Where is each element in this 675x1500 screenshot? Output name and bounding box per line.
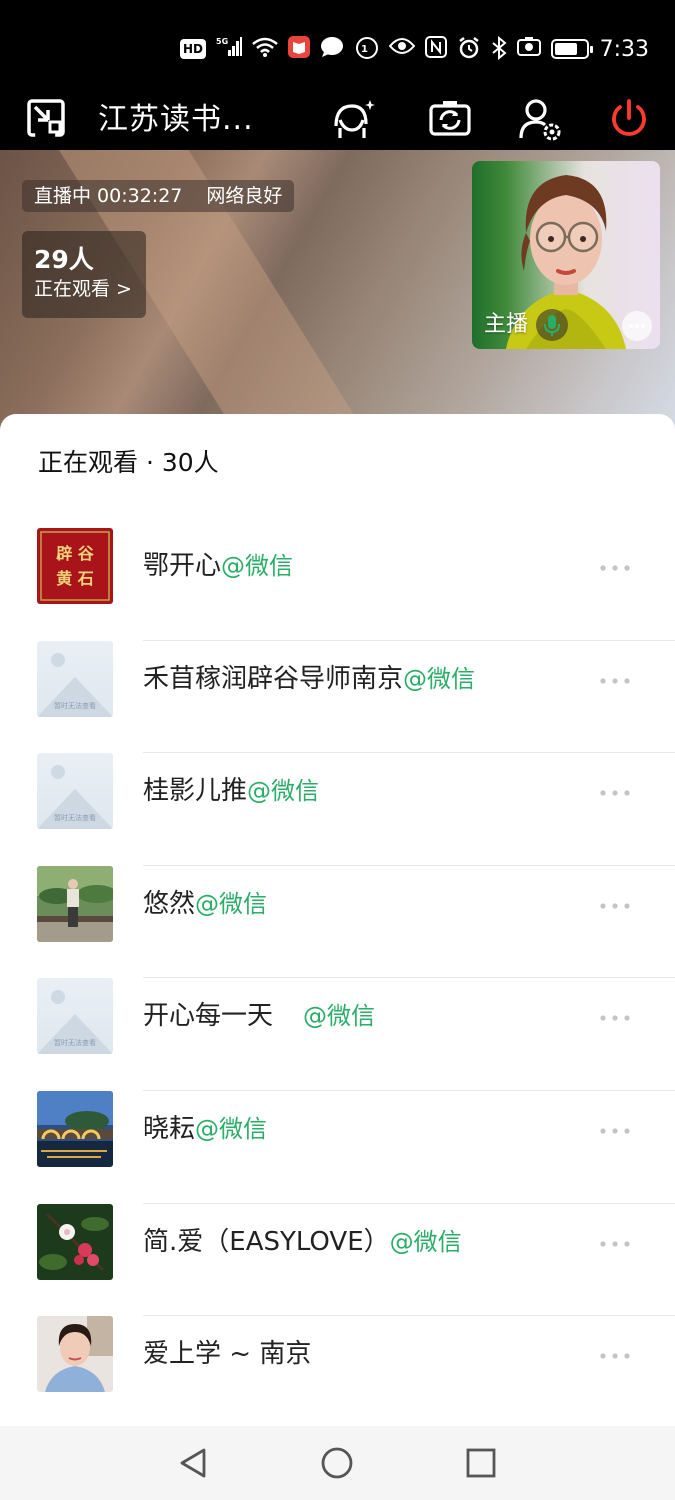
more-icon[interactable] — [599, 1352, 631, 1360]
live-duration: 直播中 00:32:27 — [34, 185, 183, 207]
list-item[interactable]: 简.爱（EASYLOVE）@微信 — [0, 1164, 675, 1317]
hd-badge: HD — [180, 39, 207, 59]
microphone-icon[interactable] — [536, 309, 568, 341]
recents-square-icon[interactable] — [464, 1446, 498, 1480]
list-item[interactable]: 爱上学 ~ 南京 — [0, 1276, 675, 1393]
status-bar: HD 5G 1 7:33 — [0, 0, 675, 100]
status-left-icons: HD 5G — [180, 36, 344, 62]
viewer-name: 开心每一天 — [143, 1001, 274, 1032]
avatar-text-line1: 辟 谷 — [56, 544, 95, 563]
live-video-area: 直播中 00:32:27 网络良好 29人 正在观看 > 主播 — [0, 150, 675, 430]
viewer-label: 正在观看 > — [34, 278, 132, 300]
room-title: 江苏读书... — [98, 102, 254, 137]
placeholder-text: 暂时无法查看 — [54, 814, 96, 823]
selfie-avatar — [37, 1316, 113, 1393]
placeholder-avatar: 暂时无法查看 — [37, 640, 113, 717]
viewer-source: @微信 — [247, 777, 320, 806]
list-item[interactable]: 辟 谷黄 石 鄂开心@微信 — [0, 488, 675, 641]
svg-text:1: 1 — [361, 44, 368, 55]
viewer-source: @微信 — [303, 1002, 376, 1031]
home-circle-icon[interactable] — [320, 1446, 354, 1480]
eye-icon — [388, 36, 416, 62]
more-icon[interactable] — [599, 902, 631, 910]
beauty-filter-icon[interactable] — [330, 98, 375, 142]
more-icon[interactable] — [599, 1127, 631, 1135]
list-item[interactable]: 悠然@微信 — [0, 826, 675, 979]
viewer-source: @微信 — [389, 1227, 462, 1256]
user-settings-icon[interactable] — [518, 98, 562, 142]
flip-camera-icon[interactable] — [428, 98, 472, 142]
live-toolbar: 江苏读书... — [0, 88, 675, 150]
viewer-name: 禾苜稼润辟谷导师南京 — [143, 663, 404, 694]
photo-avatar — [37, 865, 113, 942]
list-item[interactable]: 晓耘@微信 — [0, 1051, 675, 1204]
placeholder-text: 暂时无法查看 — [54, 1039, 96, 1048]
back-triangle-icon[interactable] — [176, 1446, 210, 1480]
viewers-sheet: 正在观看 · 30人 辟 谷黄 石 鄂开心@微信 暂时无法查看 禾苜稼润辟谷导师… — [0, 414, 675, 1426]
host-more-icon[interactable] — [622, 311, 652, 341]
viewer-name: 鄂开心 — [143, 551, 222, 581]
status-right-icons: 1 — [355, 35, 593, 62]
battery-icon — [551, 39, 593, 59]
flower-avatar — [37, 1203, 113, 1280]
system-nav-bar — [0, 1426, 675, 1500]
wifi-icon — [252, 36, 278, 62]
more-icon[interactable] — [599, 564, 631, 572]
viewer-name: 简.爱（EASYLOVE） — [143, 1226, 390, 1257]
status-time: 7:33 — [599, 37, 649, 62]
list-item[interactable]: 暂时无法查看 桂影儿推@微信 — [0, 713, 675, 866]
placeholder-avatar: 暂时无法查看 — [37, 753, 113, 830]
viewer-source: @微信 — [195, 889, 268, 918]
sheet-title: 正在观看 · 30人 — [38, 448, 219, 477]
placeholder-avatar: 暂时无法查看 — [37, 978, 113, 1055]
bluetooth-icon — [491, 35, 507, 62]
viewer-source: @微信 — [403, 664, 476, 693]
nfc-icon — [425, 36, 447, 62]
viewer-count-box[interactable]: 29人 正在观看 > — [22, 231, 146, 318]
avatar-text-line2: 黄 石 — [56, 569, 94, 588]
viewer-name: 晓耘 — [143, 1113, 196, 1144]
live-status-bar: 直播中 00:32:27 网络良好 — [22, 180, 295, 212]
viewer-name: 爱上学 ~ 南京 — [143, 1339, 312, 1370]
placeholder-text: 暂时无法查看 — [54, 701, 96, 710]
viewer-source: @微信 — [195, 1114, 268, 1143]
alarm-icon — [457, 36, 481, 62]
minimize-window-icon[interactable] — [26, 98, 70, 142]
viewer-name: 桂影儿推 — [143, 776, 248, 807]
more-icon[interactable] — [599, 789, 631, 797]
more-icon[interactable] — [599, 1240, 631, 1248]
host-video-card[interactable]: 主播 — [472, 161, 660, 349]
night-bridge-avatar — [37, 1090, 113, 1167]
network-type: 5G — [216, 37, 228, 46]
book-app-icon — [288, 36, 311, 62]
camera-icon — [517, 36, 541, 62]
data-saver-icon: 1 — [355, 36, 379, 62]
viewer-name: 悠然 — [143, 888, 196, 919]
more-icon[interactable] — [599, 1014, 631, 1022]
viewer-list: 辟 谷黄 石 鄂开心@微信 暂时无法查看 禾苜稼润辟谷导师南京@微信 暂时无法查… — [0, 488, 675, 1393]
network-quality: 网络良好 — [206, 185, 283, 207]
power-icon[interactable] — [608, 98, 652, 142]
list-item[interactable]: 暂时无法查看 禾苜稼润辟谷导师南京@微信 — [0, 601, 675, 754]
list-item[interactable]: 暂时无法查看 开心每一天 @微信 — [0, 938, 675, 1091]
more-icon[interactable] — [599, 677, 631, 685]
signal-icon: 5G — [216, 36, 243, 62]
red-book-avatar: 辟 谷黄 石 — [37, 528, 113, 604]
message-icon — [320, 36, 344, 62]
viewer-count: 29人 — [34, 245, 94, 274]
host-label: 主播 — [484, 312, 529, 337]
viewer-source: @微信 — [221, 552, 294, 580]
